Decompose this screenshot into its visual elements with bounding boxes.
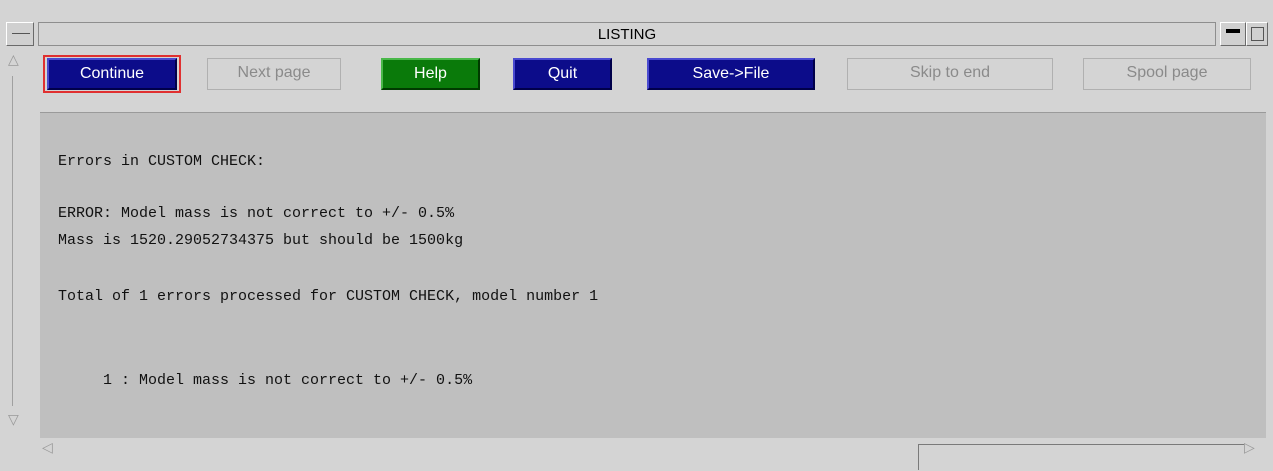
- quit-button[interactable]: Quit: [513, 58, 612, 90]
- vertical-scrollbar[interactable]: △ ▽: [6, 50, 38, 438]
- scroll-track[interactable]: [12, 76, 13, 406]
- save-file-button[interactable]: Save->File: [647, 58, 815, 90]
- listing-content: Errors in CUSTOM CHECK: ERROR: Model mas…: [40, 112, 1266, 438]
- dash-icon: [12, 33, 30, 34]
- scroll-up-icon[interactable]: △: [8, 52, 19, 68]
- toolbar: Continue Next page Help Quit Save->File …: [38, 52, 1268, 108]
- scroll-track[interactable]: [918, 444, 1244, 470]
- listing-line: 1 : Model mass is not correct to +/- 0.5…: [58, 372, 473, 389]
- listing-line: Mass is 1520.29052734375 but should be 1…: [58, 232, 464, 249]
- minimize-button[interactable]: [1220, 22, 1246, 46]
- maximize-button[interactable]: [1246, 22, 1268, 46]
- scroll-right-icon[interactable]: ▷: [1244, 440, 1255, 456]
- minimize-icon: [1226, 29, 1240, 33]
- listing-line: ERROR: Model mass is not correct to +/- …: [58, 205, 455, 222]
- window-menu-button[interactable]: [6, 22, 34, 46]
- title-bar: LISTING: [0, 10, 1273, 48]
- scroll-down-icon[interactable]: ▽: [8, 412, 19, 428]
- scroll-left-icon[interactable]: ◁: [42, 440, 53, 456]
- listing-line: Errors in CUSTOM CHECK:: [58, 153, 266, 170]
- listing-window: LISTING △ ▽ Continue Next page Help Quit…: [0, 0, 1273, 471]
- continue-button[interactable]: Continue: [47, 58, 177, 90]
- spool-page-button[interactable]: Spool page: [1083, 58, 1251, 90]
- skip-to-end-button[interactable]: Skip to end: [847, 58, 1053, 90]
- next-page-button[interactable]: Next page: [207, 58, 341, 90]
- help-button[interactable]: Help: [381, 58, 480, 90]
- maximize-icon: [1251, 27, 1264, 41]
- listing-line: Total of 1 errors processed for CUSTOM C…: [58, 288, 599, 305]
- horizontal-scrollbar[interactable]: ◁ ▷: [38, 438, 1268, 471]
- title-area[interactable]: LISTING: [38, 22, 1216, 46]
- window-title: LISTING: [597, 26, 657, 43]
